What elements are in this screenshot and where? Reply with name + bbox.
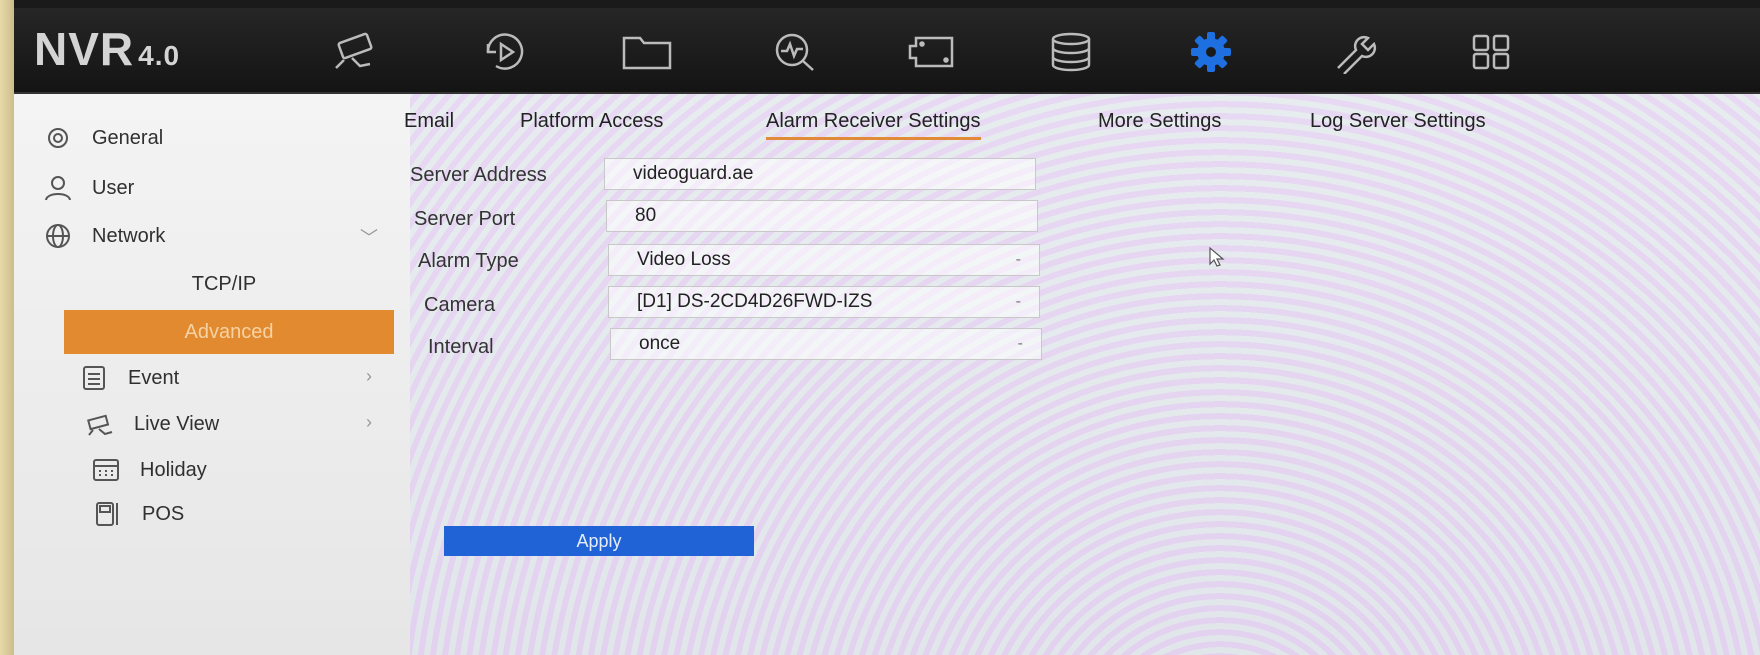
- interval-select[interactable]: once -: [610, 328, 1042, 360]
- tab-email[interactable]: Email: [404, 110, 454, 133]
- tab-bar: Email Platform Access Alarm Receiver Set…: [404, 94, 1760, 150]
- app-logo: NVR 4.0: [34, 22, 180, 76]
- alarm-type-label: Alarm Type: [418, 250, 519, 272]
- user-icon: [38, 173, 78, 203]
- chevron-down-icon: ﹀: [360, 228, 378, 248]
- server-address-label: Server Address: [410, 164, 547, 186]
- server-address-field[interactable]: videoguard.ae: [604, 158, 1036, 190]
- camera-select[interactable]: [D1] DS-2CD4D26FWD-IZS -: [608, 286, 1040, 318]
- settings-content: Email Platform Access Alarm Receiver Set…: [404, 94, 1760, 655]
- sidebar-item-label: Event: [128, 366, 180, 389]
- globe-icon: [38, 221, 78, 251]
- camera-icon: [80, 409, 120, 439]
- gear-icon: [38, 123, 78, 153]
- sidebar-item-user[interactable]: User: [14, 166, 394, 210]
- camera-value: [D1] DS-2CD4D26FWD-IZS: [637, 291, 873, 312]
- sidebar-item-label: Live View: [134, 412, 220, 435]
- sidebar-item-label: General: [92, 126, 164, 149]
- folder-icon[interactable]: [618, 30, 676, 74]
- interval-label: Interval: [428, 336, 494, 358]
- tab-log-server-settings[interactable]: Log Server Settings: [1310, 110, 1486, 133]
- alarm-type-value: Video Loss: [637, 249, 731, 270]
- grid-menu-icon[interactable]: [1462, 30, 1520, 74]
- monitor-bezel: [0, 0, 14, 655]
- mouse-cursor-icon: [1209, 246, 1225, 267]
- chevron-right-icon: ›: [366, 366, 372, 386]
- search-icon[interactable]: [766, 30, 824, 74]
- dropdown-arrow-icon: -: [1017, 335, 1023, 352]
- server-port-field[interactable]: 80: [606, 200, 1038, 232]
- storage-device-icon[interactable]: [902, 30, 960, 74]
- server-port-label: Server Port: [414, 208, 516, 230]
- interval-value: once: [639, 333, 681, 354]
- sidebar-item-holiday[interactable]: Holiday: [14, 448, 394, 492]
- app-version: 4.0: [138, 40, 181, 71]
- sidebar-item-tcpip[interactable]: TCP/IP: [14, 262, 394, 306]
- app-title: NVR: [34, 23, 135, 75]
- camera-label: Camera: [424, 294, 496, 316]
- event-list-icon: [74, 363, 114, 393]
- sidebar-item-label: Advanced: [184, 320, 274, 343]
- dropdown-arrow-icon: -: [1015, 293, 1021, 310]
- sidebar-item-general[interactable]: General: [14, 116, 394, 160]
- calendar-icon: [86, 455, 126, 485]
- maintenance-wrench-icon[interactable]: [1324, 30, 1382, 74]
- tab-alarm-receiver-settings[interactable]: Alarm Receiver Settings: [766, 110, 981, 140]
- sidebar-item-label: Holiday: [140, 458, 207, 481]
- dropdown-arrow-icon: -: [1015, 251, 1021, 268]
- database-icon[interactable]: [1042, 30, 1100, 74]
- playback-icon[interactable]: [476, 30, 534, 74]
- sidebar-item-live-view[interactable]: Live View ›: [14, 402, 394, 446]
- sidebar-item-label: POS: [142, 502, 185, 525]
- sidebar-item-pos[interactable]: POS: [14, 492, 394, 536]
- sidebar-item-label: TCP/IP: [191, 272, 257, 295]
- sidebar-item-network[interactable]: Network ﹀: [14, 214, 394, 258]
- server-port-value: 80: [635, 205, 657, 226]
- tab-platform-access[interactable]: Platform Access: [520, 110, 663, 133]
- alarm-type-select[interactable]: Video Loss -: [608, 244, 1040, 276]
- pos-terminal-icon: [88, 499, 128, 529]
- settings-sidebar: General User Network ﹀ TCP/IP Advanced E…: [14, 94, 411, 655]
- nvr-screen: NVR 4.0 General User Network ﹀ TCP/IP Ad…: [14, 8, 1760, 655]
- apply-button[interactable]: Apply: [444, 526, 754, 556]
- sidebar-item-label: User: [92, 176, 135, 199]
- server-address-value: videoguard.ae: [633, 163, 754, 184]
- chevron-right-icon: ›: [366, 412, 372, 432]
- sidebar-item-advanced[interactable]: Advanced: [64, 310, 394, 354]
- sidebar-item-event[interactable]: Event ›: [14, 356, 394, 400]
- settings-gear-icon[interactable]: [1182, 30, 1240, 74]
- tab-more-settings[interactable]: More Settings: [1098, 110, 1221, 133]
- top-menu-bar: NVR 4.0: [14, 8, 1760, 94]
- sidebar-item-label: Network: [92, 224, 166, 247]
- camera-icon[interactable]: [330, 30, 388, 74]
